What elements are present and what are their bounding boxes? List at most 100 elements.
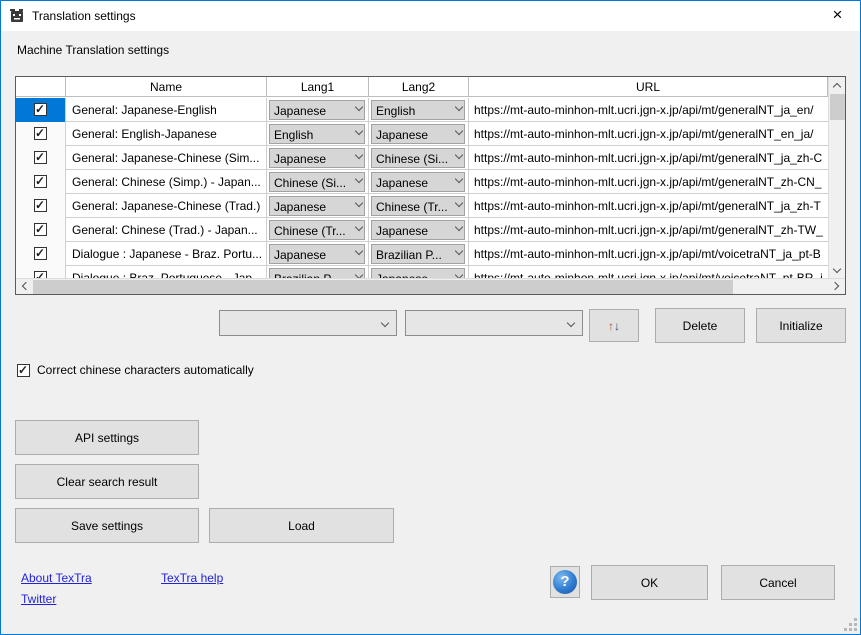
about-textra-link[interactable]: About TexTra	[21, 571, 92, 585]
lang2-select[interactable]: Brazilian P...	[371, 244, 465, 264]
correct-chinese-label: Correct chinese characters automatically	[37, 363, 254, 377]
row-select-cell[interactable]	[16, 242, 66, 266]
name-cell[interactable]: Dialogue : Japanese - Braz. Portu...	[66, 242, 267, 266]
lang1-cell[interactable]: Japanese	[267, 146, 369, 170]
lang1-cell[interactable]: Japanese	[267, 194, 369, 218]
lang1-select[interactable]: Chinese (Si...	[269, 172, 365, 192]
row-select-cell[interactable]	[16, 146, 66, 170]
row-checkbox[interactable]	[34, 199, 47, 212]
lang1-cell[interactable]: Chinese (Tr...	[267, 218, 369, 242]
window-title: Translation settings	[32, 9, 136, 23]
lang2-picker[interactable]	[405, 310, 583, 336]
vertical-scroll-thumb[interactable]	[830, 94, 845, 120]
lang2-cell[interactable]: Brazilian P...	[369, 242, 469, 266]
scroll-right-icon[interactable]	[829, 279, 844, 294]
clear-search-result-button[interactable]: Clear search result	[15, 464, 199, 499]
url-cell[interactable]: https://mt-auto-minhon-mlt.ucri.jgn-x.jp…	[469, 170, 828, 194]
horizontal-scrollbar[interactable]	[16, 278, 845, 294]
save-settings-button[interactable]: Save settings	[15, 508, 199, 543]
row-select-cell[interactable]	[16, 194, 66, 218]
scroll-down-icon[interactable]	[830, 263, 845, 278]
row-select-cell[interactable]	[16, 218, 66, 242]
row-select-cell[interactable]	[16, 170, 66, 194]
column-header-url[interactable]: URL	[469, 77, 828, 97]
lang2-select[interactable]: Chinese (Tr...	[371, 196, 465, 216]
lang2-select[interactable]: Chinese (Si...	[371, 148, 465, 168]
table-row[interactable]: General: Japanese-English Japanese Engli…	[16, 98, 828, 122]
correct-chinese-checkbox[interactable]: Correct chinese characters automatically	[17, 363, 254, 377]
lang1-select[interactable]: Japanese	[269, 148, 365, 168]
column-header-check[interactable]	[16, 77, 66, 97]
lang2-select[interactable]: Japanese	[371, 124, 465, 144]
initialize-button[interactable]: Initialize	[756, 308, 846, 343]
url-cell[interactable]: https://mt-auto-minhon-mlt.ucri.jgn-x.jp…	[469, 242, 828, 266]
table-row[interactable]: General: Japanese-Chinese (Sim... Japane…	[16, 146, 828, 170]
load-button[interactable]: Load	[209, 508, 394, 543]
table-row[interactable]: General: English-Japanese English Japane…	[16, 122, 828, 146]
delete-button[interactable]: Delete	[655, 308, 745, 343]
swap-languages-button[interactable]: ↑↓	[589, 309, 639, 342]
row-checkbox[interactable]	[34, 151, 47, 164]
lang1-select[interactable]: Japanese	[269, 100, 365, 120]
name-cell[interactable]: General: English-Japanese	[66, 122, 267, 146]
lang1-select[interactable]: English	[269, 124, 365, 144]
table-row[interactable]: General: Japanese-Chinese (Trad.) Japane…	[16, 194, 828, 218]
lang2-cell[interactable]: Japanese	[369, 122, 469, 146]
lang1-select[interactable]: Japanese	[269, 196, 365, 216]
table-row[interactable]: General: Chinese (Simp.) - Japan... Chin…	[16, 170, 828, 194]
row-checkbox[interactable]	[34, 103, 47, 116]
lang2-cell[interactable]: Japanese	[369, 218, 469, 242]
url-cell[interactable]: https://mt-auto-minhon-mlt.ucri.jgn-x.jp…	[469, 146, 828, 170]
url-cell[interactable]: https://mt-auto-minhon-mlt.ucri.jgn-x.jp…	[469, 194, 828, 218]
name-cell[interactable]: General: Japanese-Chinese (Sim...	[66, 146, 267, 170]
lang1-picker[interactable]	[219, 310, 397, 336]
table-row[interactable]: Dialogue : Japanese - Braz. Portu... Jap…	[16, 242, 828, 266]
column-header-lang1[interactable]: Lang1	[267, 77, 369, 97]
lang1-select[interactable]: Japanese	[269, 244, 365, 264]
resize-grip[interactable]	[845, 619, 857, 631]
name-cell[interactable]: General: Chinese (Trad.) - Japan...	[66, 218, 267, 242]
lang2-cell[interactable]: Chinese (Tr...	[369, 194, 469, 218]
ok-button[interactable]: OK	[591, 565, 708, 600]
lang2-cell[interactable]: Chinese (Si...	[369, 146, 469, 170]
close-icon[interactable]: ×	[815, 1, 860, 31]
section-label: Machine Translation settings	[17, 43, 169, 57]
row-checkbox[interactable]	[34, 175, 47, 188]
cancel-button[interactable]: Cancel	[721, 565, 835, 600]
url-cell[interactable]: https://mt-auto-minhon-mlt.ucri.jgn-x.jp…	[469, 98, 828, 122]
lang2-select[interactable]: Japanese	[371, 172, 465, 192]
name-cell[interactable]: General: Japanese-Chinese (Trad.)	[66, 194, 267, 218]
column-header-lang2[interactable]: Lang2	[369, 77, 469, 97]
row-select-cell[interactable]	[16, 98, 66, 122]
row-checkbox[interactable]	[34, 247, 47, 260]
url-cell[interactable]: https://mt-auto-minhon-mlt.ucri.jgn-x.jp…	[469, 122, 828, 146]
lang1-select[interactable]: Chinese (Tr...	[269, 220, 365, 240]
api-settings-button[interactable]: API settings	[15, 420, 199, 455]
lang1-cell[interactable]: English	[267, 122, 369, 146]
name-cell[interactable]: General: Chinese (Simp.) - Japan...	[66, 170, 267, 194]
lang2-select[interactable]: English	[371, 100, 465, 120]
lang1-cell[interactable]: Chinese (Si...	[267, 170, 369, 194]
lang1-cell[interactable]: Japanese	[267, 242, 369, 266]
name-cell[interactable]: General: Japanese-English	[66, 98, 267, 122]
row-checkbox[interactable]	[34, 127, 47, 140]
lang2-cell[interactable]: Japanese	[369, 170, 469, 194]
lang1-cell[interactable]: Japanese	[267, 98, 369, 122]
column-header-name[interactable]: Name	[66, 77, 267, 97]
row-checkbox[interactable]	[34, 223, 47, 236]
row-select-cell[interactable]	[16, 122, 66, 146]
lang2-cell[interactable]: English	[369, 98, 469, 122]
help-button[interactable]: ?	[550, 566, 580, 598]
scroll-up-icon[interactable]	[830, 78, 845, 93]
horizontal-scroll-thumb[interactable]	[33, 280, 733, 294]
twitter-link[interactable]: Twitter	[21, 592, 56, 606]
help-icon: ?	[553, 570, 577, 594]
vertical-scrollbar[interactable]	[828, 77, 845, 279]
table-row[interactable]: General: Chinese (Trad.) - Japan... Chin…	[16, 218, 828, 242]
url-cell[interactable]: https://mt-auto-minhon-mlt.ucri.jgn-x.jp…	[469, 218, 828, 242]
scroll-left-icon[interactable]	[17, 279, 32, 294]
textra-help-link[interactable]: TexTra help	[161, 571, 223, 585]
grid-header: Name Lang1 Lang2 URL	[16, 77, 828, 97]
lang2-select[interactable]: Japanese	[371, 220, 465, 240]
checkbox-icon[interactable]	[17, 364, 30, 377]
